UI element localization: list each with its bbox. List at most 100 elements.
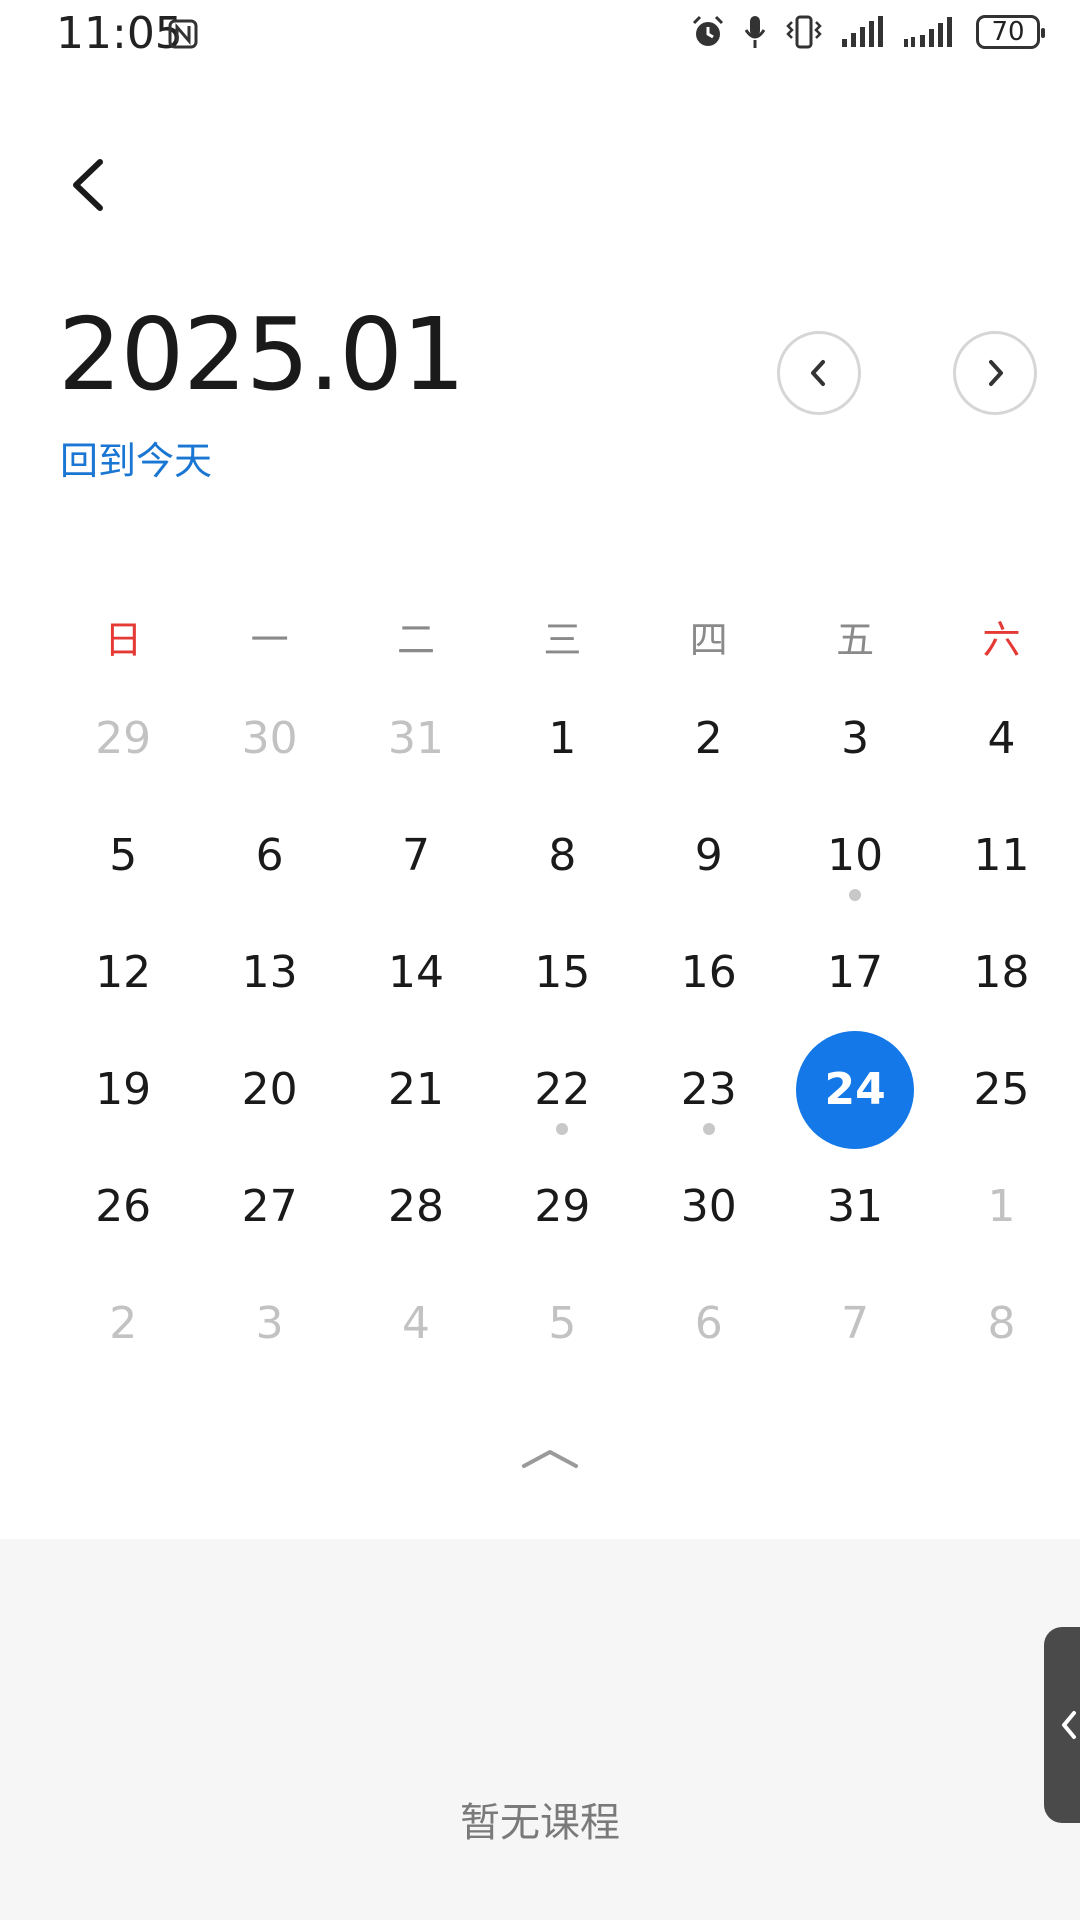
calendar-day[interactable]: 22 [489,1031,635,1148]
calendar-day[interactable]: 7 [343,797,489,914]
day-number: 19 [95,1064,152,1115]
calendar-day[interactable]: 3 [782,680,928,797]
calendar-day[interactable]: 7 [782,1265,928,1382]
calendar-day[interactable]: 9 [636,797,782,914]
day-number: 2 [109,1298,138,1349]
calendar-day[interactable]: 1 [489,680,635,797]
next-month-button[interactable] [953,331,1037,415]
calendar-day-selected[interactable]: 24 [782,1030,928,1149]
calendar-day[interactable]: 27 [196,1148,342,1265]
calendar-day[interactable]: 31 [782,1148,928,1265]
day-number: 5 [548,1298,577,1349]
calendar-day[interactable]: 17 [782,914,928,1031]
back-arrow-icon [73,159,103,211]
battery-icon: 70 [976,15,1045,49]
calendar-day[interactable]: 25 [928,1031,1074,1148]
day-number: 29 [534,1181,591,1232]
calendar-day[interactable]: 3 [196,1265,342,1382]
day-number: 21 [387,1064,444,1115]
day-number: 15 [534,947,591,998]
floating-side-tab[interactable] [1044,1627,1080,1823]
calendar-day[interactable]: 8 [489,797,635,914]
day-number: 31 [387,713,444,764]
calendar-day[interactable]: 13 [196,914,342,1031]
calendar-day[interactable]: 30 [636,1148,782,1265]
calendar-day[interactable]: 6 [636,1265,782,1382]
calendar-day[interactable]: 18 [928,914,1074,1031]
day-number: 25 [973,1064,1030,1115]
calendar-day[interactable]: 6 [196,797,342,914]
day-number: 2 [694,713,723,764]
day-number: 8 [548,830,577,881]
calendar-day[interactable]: 4 [928,680,1074,797]
calendar-day[interactable]: 8 [928,1265,1074,1382]
calendar-day[interactable]: 29 [50,680,196,797]
calendar-day[interactable]: 29 [489,1148,635,1265]
day-number: 27 [241,1181,298,1232]
day-number: 6 [255,830,284,881]
event-dot [849,889,862,901]
calendar-day[interactable]: 12 [50,914,196,1031]
battery-level: 70 [991,17,1025,47]
mic-icon [744,16,766,48]
day-number: 30 [241,713,298,764]
calendar-day[interactable]: 23 [636,1031,782,1148]
calendar-grid: 日 一 二 三 四 五 六 29 30 31 1 2 3 4 5 6 7 8 9… [50,600,1050,1382]
calendar-day[interactable]: 26 [50,1148,196,1265]
calendar-day[interactable]: 2 [50,1265,196,1382]
empty-schedule-text: 暂无课程 [460,1800,620,1846]
back-button[interactable] [60,150,120,220]
back-to-today-link[interactable]: 回到今天 [60,430,212,485]
calendar-day[interactable]: 21 [343,1031,489,1148]
calendar-day[interactable]: 15 [489,914,635,1031]
status-bar: 11:05 70 [0,0,1080,70]
day-number: 14 [387,947,444,998]
calendar-day[interactable]: 1 [928,1148,1074,1265]
chevron-right-icon [989,360,1003,386]
calendar-day[interactable]: 11 [928,797,1074,914]
vibrate-icon [786,15,822,49]
signal-icon [904,17,952,47]
chevron-up-icon [522,1450,578,1468]
calendar-day[interactable]: 4 [343,1265,489,1382]
calendar-day[interactable]: 30 [196,680,342,797]
day-number: 20 [241,1064,298,1115]
day-number: 31 [827,1181,884,1232]
day-number: 4 [987,713,1016,764]
collapse-calendar-button[interactable] [520,1442,580,1472]
weekday-tue: 二 [396,618,435,662]
calendar-day[interactable]: 31 [343,680,489,797]
nfc-icon [168,19,198,49]
day-number: 22 [534,1064,591,1115]
day-number: 1 [987,1181,1016,1232]
calendar-day[interactable]: 14 [343,914,489,1031]
day-number: 29 [95,713,152,764]
day-number: 18 [973,947,1030,998]
calendar-day[interactable]: 5 [489,1265,635,1382]
status-icons: 70 [690,14,1045,50]
calendar-day[interactable]: 19 [50,1031,196,1148]
day-number: 26 [95,1181,152,1232]
chevron-left-icon [811,360,825,386]
calendar-day[interactable]: 10 [782,797,928,914]
day-number: 7 [841,1298,870,1349]
weekday-wed: 三 [543,618,582,662]
day-number: 10 [827,830,884,881]
schedule-panel [0,1539,1080,1920]
calendar-day[interactable]: 2 [636,680,782,797]
event-dot [702,1123,715,1135]
day-number: 6 [694,1298,723,1349]
event-dot [556,1123,569,1135]
month-title: 2025.01 [58,296,466,413]
day-number: 11 [973,830,1030,881]
prev-month-button[interactable] [777,331,861,415]
calendar-days: 29 30 31 1 2 3 4 5 6 7 8 9 10 11 12 13 1… [50,680,1050,1382]
day-number: 16 [680,947,737,998]
day-number: 8 [987,1298,1016,1349]
calendar-day[interactable]: 5 [50,797,196,914]
calendar-day[interactable]: 28 [343,1148,489,1265]
calendar-day[interactable]: 20 [196,1031,342,1148]
day-number: 3 [841,713,870,764]
day-number: 23 [680,1064,737,1115]
calendar-day[interactable]: 16 [636,914,782,1031]
